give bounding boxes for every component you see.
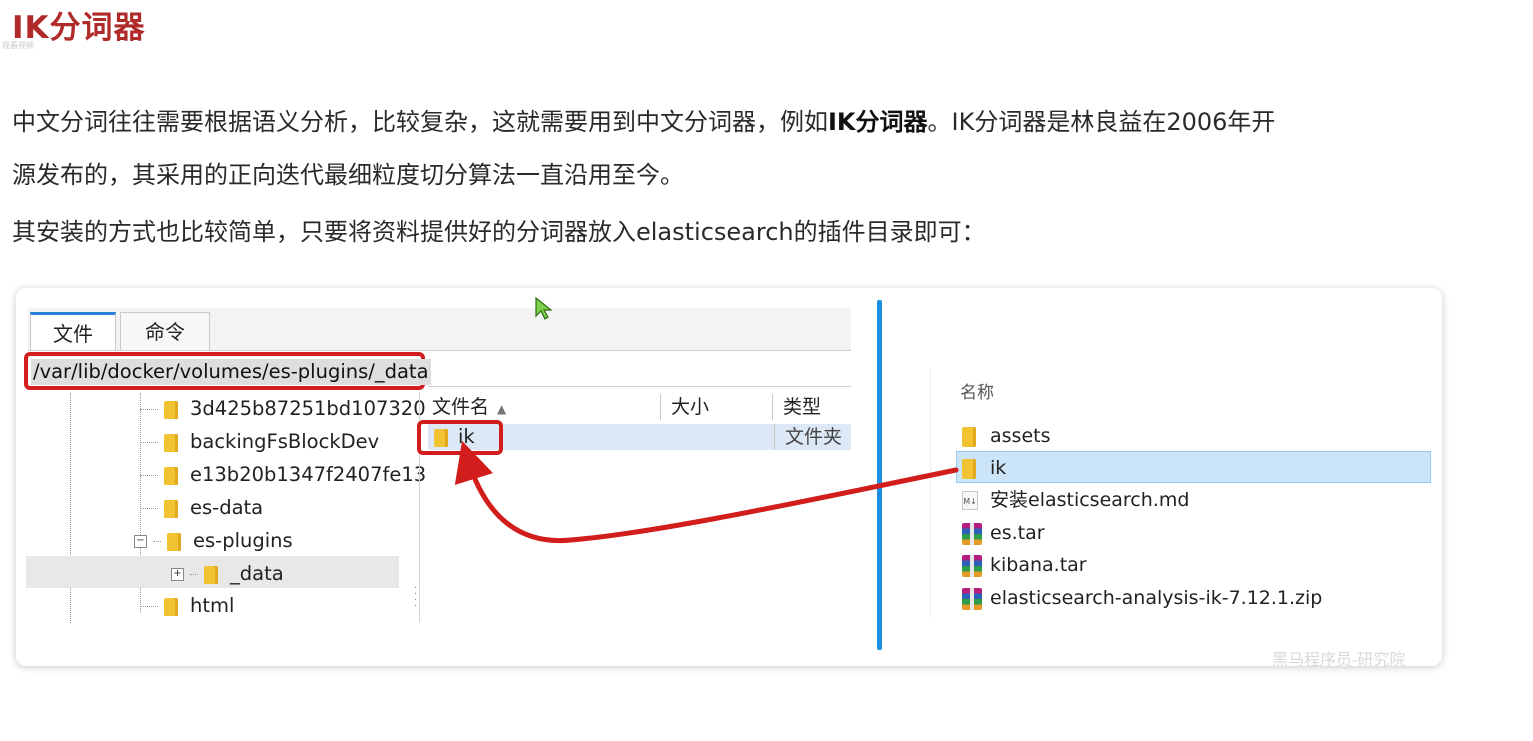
paragraph-1: 中文分词往往需要根据语义分析，比较复杂，这就需要用到中文分词器，例如IK分词器。… bbox=[12, 108, 1276, 136]
paragraph-3: 其安装的方式也比较简单，只要将资料提供好的分词器放入elasticsearch的… bbox=[12, 218, 986, 246]
drag-arrow bbox=[454, 440, 959, 544]
screenshot-card: 文件 命令 /var/lib/docker/volumes/es-plugins… bbox=[16, 288, 1442, 666]
mouse-cursor-icon bbox=[535, 296, 553, 320]
watermark: 黑马程序员-研究院 bbox=[1272, 650, 1406, 666]
paragraph-2: 源发布的，其采用的正向迭代最细粒度切分算法一直沿用至今。 bbox=[12, 161, 684, 189]
bold-term: IK分词器 bbox=[828, 108, 928, 136]
arrow-path bbox=[454, 440, 959, 544]
faint-mark: 观看视频 bbox=[2, 41, 34, 50]
